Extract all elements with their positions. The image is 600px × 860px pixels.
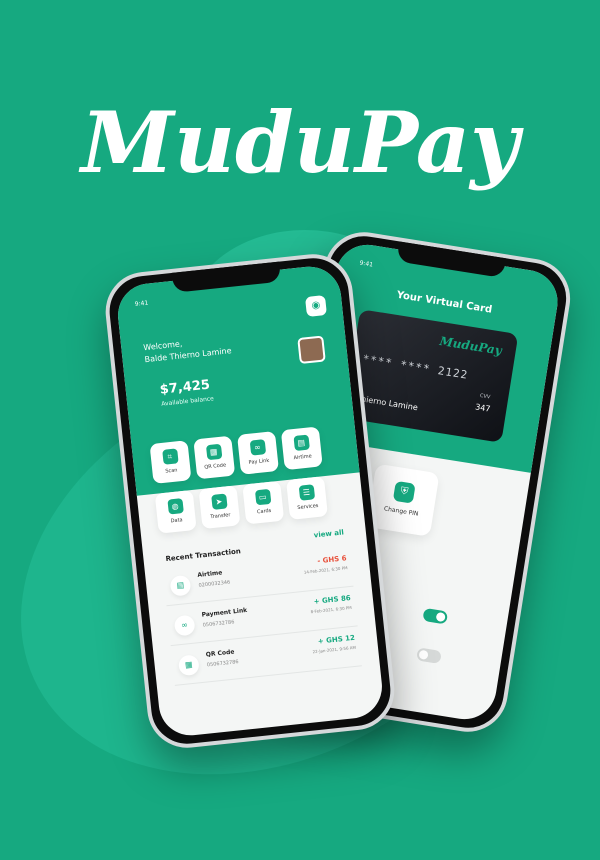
link-icon: ∞ [173,614,196,637]
phone-home: 9:41 ◉ Welcome, Balde Thierno Lamine $7,… [101,250,399,752]
transaction-name: QR Code [205,648,235,659]
transaction-name: Airtime [197,569,223,579]
qr-icon: ▦ [177,654,200,677]
change-pin-label: Change PIN [383,505,419,518]
action-pay-link[interactable]: ∞ Pay Link [237,431,280,475]
action-label: Pay Link [248,457,270,466]
transaction-amount: + GHS 86 [313,594,352,606]
brand-logo-text: MuduPay [78,93,524,192]
card-icon: ▭ [254,488,271,506]
link-icon: ∞ [249,439,266,456]
shield-icon: ⛨ [392,480,416,504]
camera-icon[interactable]: ◉ [304,295,327,318]
action-scan[interactable]: ⌗ Scan [149,440,192,484]
toggle-off[interactable] [416,647,442,664]
action-label: QR Code [204,462,227,471]
card-number: **** **** 2122 [361,352,470,382]
transaction-date: 14-Feb-2021, 6:30 PM [303,565,348,575]
toggle-on[interactable] [422,607,449,625]
action-cards[interactable]: ▭ Cards [242,480,285,525]
action-label: Data [170,517,183,525]
services-icon: ☰ [298,484,315,501]
transaction-phone: 0506732786 [206,659,239,669]
scan-icon: ⌗ [161,448,179,465]
action-data[interactable]: ◍ Data [154,489,197,534]
globe-icon: ◍ [166,498,184,515]
transaction-name: Payment Link [201,606,248,619]
avatar[interactable] [297,335,326,365]
cvv-value: 347 [474,402,492,414]
toggle-knob [418,649,429,660]
toggle-knob [435,611,446,623]
transaction-phone: 0506732786 [202,619,235,629]
action-transfer[interactable]: ➤ Transfer [198,485,241,530]
status-time: 9:41 [134,299,149,308]
action-services[interactable]: ☰ Services [286,476,328,520]
transaction-date: 22-Jan-2021, 9:56 AM [312,644,357,655]
home-screen: 9:41 ◉ Welcome, Balde Thierno Lamine $7,… [114,263,386,739]
action-qr-code[interactable]: ▦ QR Code [193,435,236,480]
action-airtime[interactable]: ▤ Airtime [280,426,323,471]
card-logo: MuduPay [438,334,503,358]
cvv-label: CVV [479,392,491,401]
recent-transaction-title: Recent Transaction [165,547,242,564]
sim-icon: ▤ [169,574,192,597]
transaction-phone: 0200032346 [198,579,231,589]
transaction-amount: - GHS 6 [316,554,347,566]
sim-icon: ▤ [292,434,310,452]
action-label: Cards [256,507,272,516]
action-label: Airtime [293,453,313,462]
action-label: Transfer [210,512,231,521]
transaction-date: 8-Feb-2021, 6:30 PM [310,604,352,615]
transaction-amount: + GHS 12 [317,633,356,646]
qr-icon: ▦ [205,443,222,461]
send-icon: ➤ [210,493,228,510]
view-all-link[interactable]: view all [313,528,344,539]
brand-logo: MuduPay [78,93,524,192]
action-label: Scan [165,467,178,475]
action-label: Services [297,502,319,512]
